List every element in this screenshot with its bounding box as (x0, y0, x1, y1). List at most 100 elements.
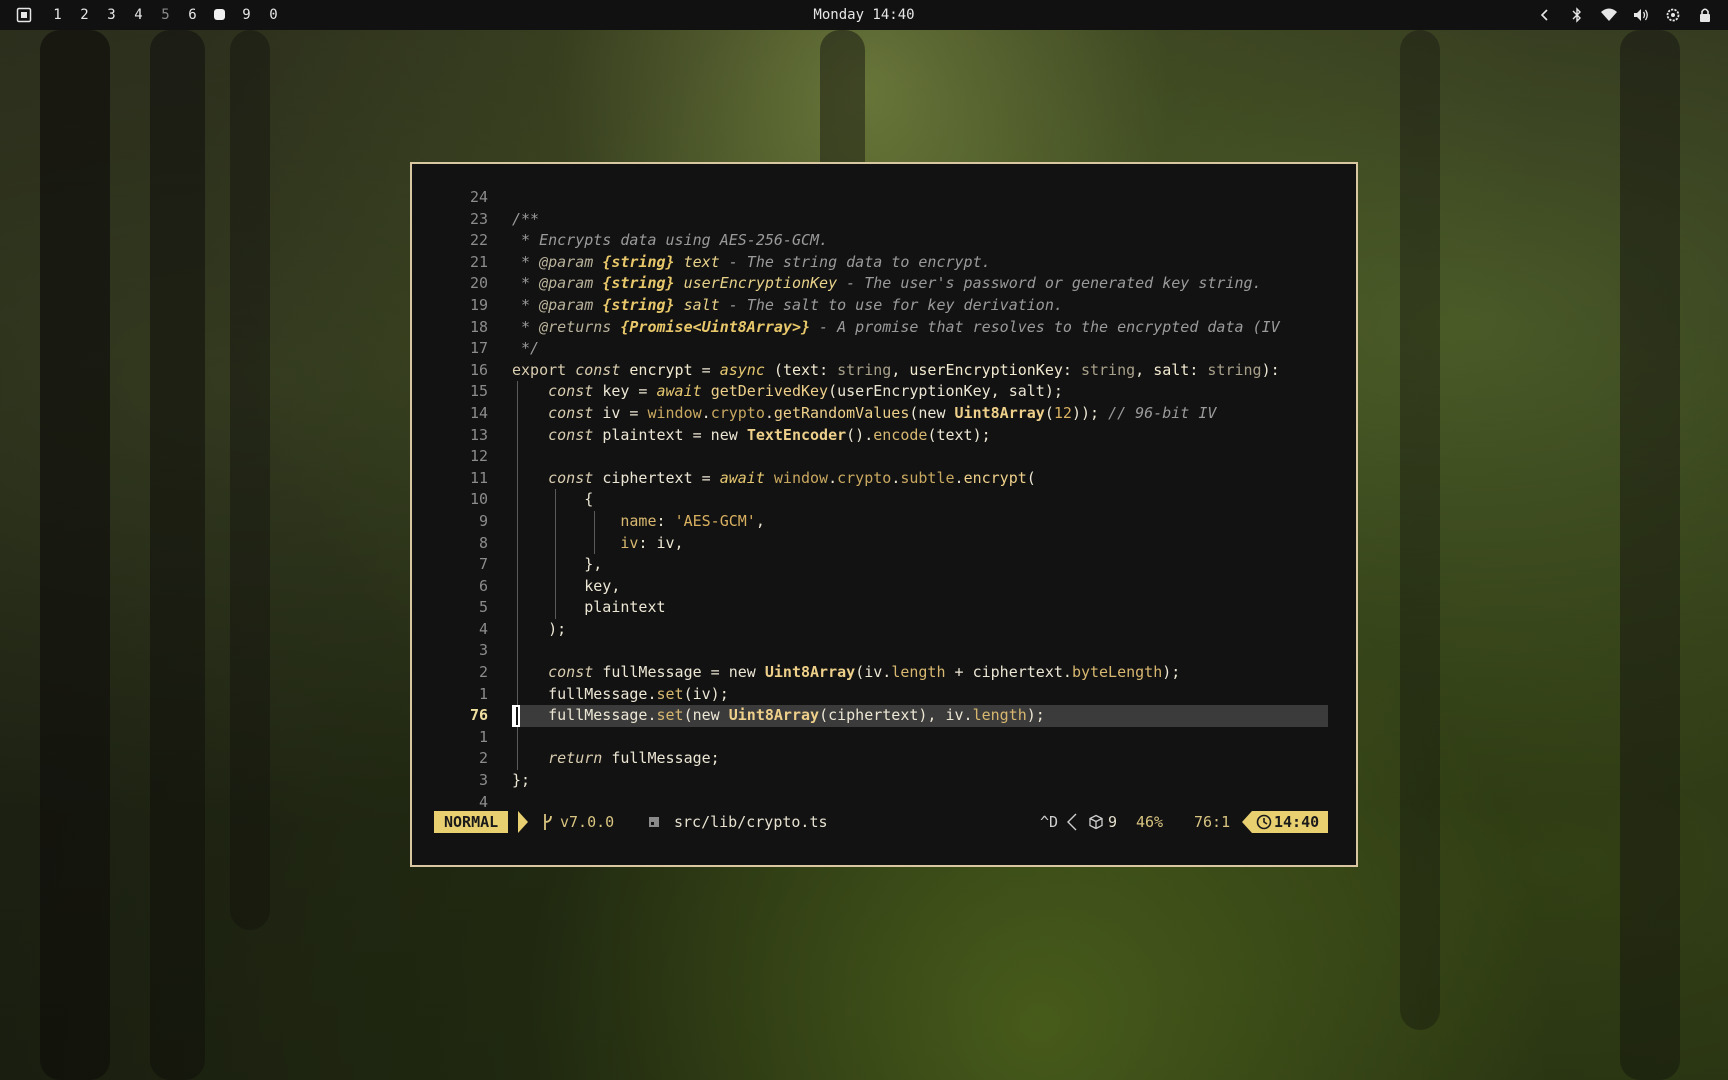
code-editor[interactable]: 24 23/** 22 * Encrypts data using AES-256-… (412, 187, 1356, 813)
code-line[interactable]: 23 /** (412, 209, 1356, 231)
indent-guide (517, 726, 518, 749)
lock-icon[interactable] (1696, 6, 1714, 24)
code-line[interactable]: 11 const ciphertext = await window.crypt… (412, 467, 1356, 490)
code-line[interactable]: 12 (412, 446, 1356, 468)
code-token: (iv); (683, 684, 729, 703)
workspace-button[interactable]: 9 (233, 7, 260, 23)
code-token: (new (909, 403, 955, 422)
code-line[interactable]: 2 const fullMessage = new Uint8Array(iv.… (412, 662, 1356, 684)
code-line[interactable]: 17 */ (412, 338, 1356, 360)
line-number: 24 (469, 188, 488, 206)
code-text: }, (512, 554, 602, 576)
code-token: * Encrypts data using AES-256-GCM. (512, 231, 829, 250)
diagnostics-count: 9 (1108, 813, 1118, 831)
code-text: fullMessage.set(new Uint8Array(ciphertex… (512, 705, 1045, 727)
mode-indicator: NORMAL (434, 811, 509, 833)
settings-icon[interactable] (1664, 6, 1682, 24)
code-token: . (891, 468, 901, 487)
code-line[interactable]: 15 const key = await getDerivedKey(userE… (412, 381, 1356, 403)
code-token: fullMessage = new (602, 663, 765, 682)
code-line[interactable]: 5 plaintext (412, 597, 1356, 619)
volume-icon[interactable] (1632, 6, 1650, 24)
line-number: 4 (478, 792, 488, 811)
code-token: {string} (602, 274, 675, 293)
code-line[interactable]: 6 key, (412, 575, 1356, 598)
wifi-icon[interactable] (1600, 6, 1618, 24)
terminal-window[interactable]: 24 23/** 22 * Encrypts data using AES-256-… (410, 162, 1358, 867)
code-token: : iv, (638, 533, 684, 552)
workspace-button[interactable]: 0 (260, 7, 287, 23)
code-token: * (512, 274, 540, 293)
code-line[interactable]: 3 (412, 640, 1356, 663)
workspace-button[interactable]: 2 (71, 7, 98, 23)
workspace-button[interactable]: 4 (125, 7, 152, 23)
launcher-icon[interactable] (16, 7, 32, 23)
code-line[interactable]: 3}; (412, 770, 1356, 792)
workspace-button[interactable]: 3 (98, 7, 125, 23)
line-number: 15 (469, 382, 488, 401)
code-line[interactable]: 13 const plaintext = new TextEncoder().e… (412, 424, 1356, 447)
line-number: 13 (469, 425, 488, 444)
code-token: export (512, 360, 576, 379)
code-token: fullMessage. (512, 706, 657, 725)
code-token: * (512, 317, 540, 336)
code-line[interactable]: 8 iv: iv, (412, 532, 1356, 555)
workspace-button[interactable]: 1 (44, 7, 71, 23)
code-token: text (782, 360, 820, 379)
bluetooth-icon[interactable] (1568, 6, 1586, 24)
code-line[interactable]: 4 (412, 792, 1356, 814)
code-token: - The user's password or generated key s… (837, 274, 1262, 293)
code-line[interactable]: 1 fullMessage.set(iv); (412, 683, 1356, 706)
code-token: : (656, 511, 675, 530)
code-token: // 96-bit IV (1108, 403, 1217, 422)
code-line[interactable]: 16 export const encrypt = async (text: st… (412, 360, 1356, 382)
code-token: )); (1071, 403, 1109, 422)
code-text: const fullMessage = new Uint8Array(iv.le… (512, 662, 1180, 684)
code-token: userEncryptionKey (909, 360, 1063, 379)
chevron-left-icon[interactable] (1536, 6, 1554, 24)
line-number: 1 (478, 684, 488, 703)
line-number: 21 (469, 252, 488, 271)
code-token: crypto (837, 468, 892, 487)
workspace-button[interactable]: 5 (152, 7, 179, 23)
code-line[interactable]: 10 { (412, 489, 1356, 511)
code-token: string (1080, 360, 1136, 379)
code-line[interactable]: 1 (412, 726, 1356, 749)
code-line[interactable]: 7 }, (412, 554, 1356, 576)
code-token: ): (1261, 360, 1280, 379)
code-token: string (837, 360, 892, 379)
code-line[interactable]: 4 ); (412, 618, 1356, 641)
line-number: 16 (469, 360, 488, 379)
code-line[interactable]: 22 * Encrypts data using AES-256-GCM. (412, 230, 1356, 252)
code-line[interactable]: 21 * @param {string} text - The string d… (412, 252, 1356, 274)
code-line[interactable]: 24 (412, 187, 1356, 209)
code-line[interactable]: 2 return fullMessage; (412, 748, 1356, 771)
workspace-button[interactable]: 6 (179, 7, 206, 23)
code-line[interactable]: 14 const iv = window.crypto.getRandomVal… (412, 402, 1356, 425)
code-line[interactable]: 19 * @param {string} salt - The salt to … (412, 295, 1356, 317)
code-token: const (548, 663, 603, 682)
clock-icon (1256, 814, 1272, 830)
code-line[interactable]: 18 * @returns {Promise<Uint8Array>} - A … (412, 317, 1356, 339)
code-token: Uint8Array (764, 663, 856, 682)
code-text: key, (512, 576, 620, 598)
code-token: encode (873, 425, 928, 444)
workspace-button[interactable] (206, 7, 233, 23)
code-token: fullMessage; (611, 749, 720, 768)
key-indicator: ^D (1040, 813, 1059, 831)
code-token: ); (1026, 706, 1045, 725)
code-line[interactable]: 20 * @param {string} userEncryptionKey -… (412, 273, 1356, 295)
code-text: /** (512, 209, 539, 231)
code-text: export const encrypt = async (text: stri… (512, 360, 1280, 382)
code-token: getDerivedKey (710, 382, 829, 401)
code-text: ); (512, 619, 566, 641)
code-token: . (701, 403, 711, 422)
code-token: crypto (710, 403, 765, 422)
code-line[interactable]: 9 name: 'AES-GCM', (412, 510, 1356, 533)
current-code-line[interactable]: 76 fullMessage.set(new Uint8Array(cipher… (412, 705, 1356, 727)
